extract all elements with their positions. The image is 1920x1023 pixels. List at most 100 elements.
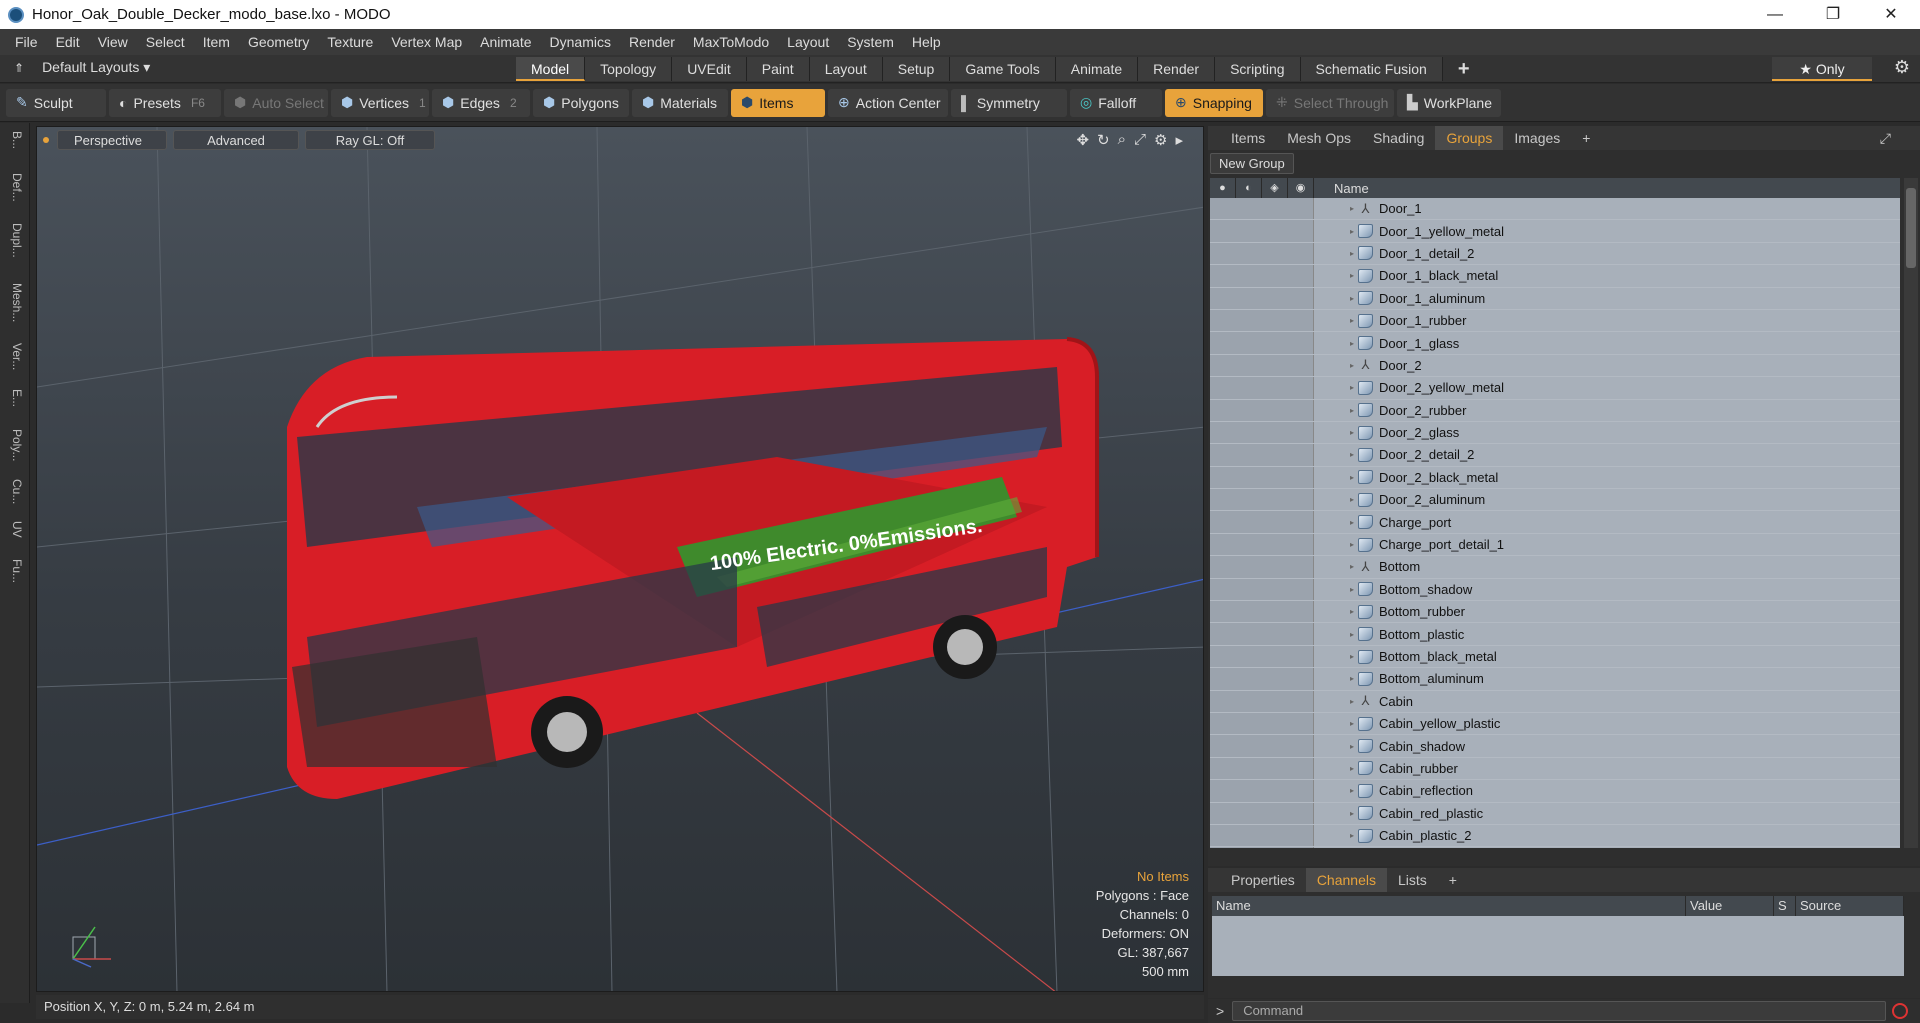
group-row[interactable]: ▸ Bottom_black_metal bbox=[1210, 646, 1900, 669]
group-row[interactable]: ▸ ⅄ Door_2 bbox=[1210, 355, 1900, 378]
tab-uvedit[interactable]: UVEdit bbox=[672, 57, 747, 81]
menu-file[interactable]: File bbox=[6, 34, 47, 50]
menu-texture[interactable]: Texture bbox=[318, 34, 382, 50]
group-row[interactable]: ▸ Bottom_plastic bbox=[1210, 623, 1900, 646]
group-row[interactable]: ▸ ⅄ Door_1 bbox=[1210, 198, 1900, 221]
strip-tab-dupl[interactable]: Dupl... bbox=[6, 223, 24, 258]
edges-button[interactable]: ⬢ Edges 2 bbox=[432, 88, 530, 117]
command-input[interactable]: Command bbox=[1232, 1001, 1887, 1021]
group-row[interactable]: ▸ Cabin_rubber bbox=[1210, 758, 1900, 781]
tab-channels[interactable]: Channels bbox=[1305, 868, 1387, 892]
group-row[interactable]: ▸ Cabin_shadow bbox=[1210, 735, 1900, 758]
expand-arrow-icon[interactable]: ▸ bbox=[1350, 652, 1354, 661]
snapping-button[interactable]: ⊕ Snapping bbox=[1165, 88, 1263, 117]
group-row[interactable]: ▸ Cabin_plastic_2 bbox=[1210, 825, 1900, 848]
group-row[interactable]: ▸ Door_1_glass bbox=[1210, 332, 1900, 355]
expand-arrow-icon[interactable]: ▸ bbox=[1350, 383, 1354, 392]
menu-edit[interactable]: Edit bbox=[47, 34, 89, 50]
zoom-icon[interactable]: ⌕ bbox=[1118, 131, 1126, 149]
menu-maxtomodo[interactable]: MaxToModo bbox=[684, 34, 778, 50]
tab-lists[interactable]: Lists bbox=[1387, 868, 1438, 892]
expand-arrow-icon[interactable]: ▸ bbox=[1350, 607, 1354, 616]
menu-dynamics[interactable]: Dynamics bbox=[541, 34, 620, 50]
channel-name-header[interactable]: Name bbox=[1212, 896, 1686, 916]
groups-scrollbar[interactable] bbox=[1904, 178, 1918, 848]
group-row[interactable]: ▸ Door_2_black_metal bbox=[1210, 467, 1900, 490]
strip-tab-uv[interactable]: UV bbox=[6, 521, 24, 538]
strip-tab-e[interactable]: E... bbox=[6, 389, 24, 407]
expand-arrow-icon[interactable]: ▸ bbox=[1350, 204, 1354, 213]
strip-tab-cu[interactable]: Cu... bbox=[6, 479, 24, 504]
group-row[interactable]: ▸ Door_2_yellow_metal bbox=[1210, 377, 1900, 400]
advanced-dropdown[interactable]: Advanced bbox=[173, 130, 299, 150]
tab-game-tools[interactable]: Game Tools bbox=[950, 57, 1056, 81]
expand-arrow-icon[interactable]: ▸ bbox=[1350, 294, 1354, 303]
raygl-toggle[interactable]: Ray GL: Off bbox=[305, 130, 435, 150]
strip-tab-poly[interactable]: Poly... bbox=[6, 429, 24, 461]
group-row[interactable]: ▸ Cabin_red_plastic bbox=[1210, 803, 1900, 825]
gear-icon[interactable]: ⚙ bbox=[1894, 57, 1910, 78]
menu-animate[interactable]: Animate bbox=[471, 34, 540, 50]
group-row[interactable]: ▸ Charge_port_detail_1 bbox=[1210, 534, 1900, 557]
expand-arrow-icon[interactable]: ▸ bbox=[1350, 271, 1354, 280]
expand-arrow-icon[interactable]: ▸ bbox=[1350, 361, 1354, 370]
close-button[interactable]: ✕ bbox=[1862, 0, 1920, 29]
collapse-arrow-icon[interactable]: ⇑ bbox=[14, 61, 24, 75]
fit-icon[interactable]: ⤢ bbox=[1134, 131, 1146, 149]
tab-animate[interactable]: Animate bbox=[1055, 57, 1139, 81]
select-column-icon[interactable]: ◉ bbox=[1288, 178, 1314, 198]
expand-arrow-icon[interactable]: ▸ bbox=[1350, 473, 1354, 482]
minimize-button[interactable]: — bbox=[1746, 0, 1804, 29]
items-button[interactable]: ⬢ Items bbox=[731, 88, 825, 117]
tab-paint[interactable]: Paint bbox=[746, 57, 810, 81]
restore-button[interactable]: ❐ bbox=[1804, 0, 1862, 29]
sculpt-button[interactable]: ✎ Sculpt bbox=[6, 88, 106, 117]
group-row[interactable]: ▸ Door_2_glass bbox=[1210, 422, 1900, 445]
viewport-indicator-icon[interactable] bbox=[43, 137, 49, 143]
group-row[interactable]: ▸ Door_1_aluminum bbox=[1210, 288, 1900, 310]
viewport-gear-icon[interactable]: ⚙ bbox=[1154, 131, 1167, 149]
group-row[interactable]: ▸ Door_1_black_metal bbox=[1210, 265, 1900, 288]
menu-view[interactable]: View bbox=[89, 34, 137, 50]
group-row[interactable]: ▸ Door_2_aluminum bbox=[1210, 489, 1900, 512]
channel-s-header[interactable]: S bbox=[1774, 896, 1796, 916]
groups-list[interactable]: ▸ ⅄ Door_1 ▸ Door_1_yellow_metal ▸ Door_1_deta… bbox=[1210, 198, 1900, 848]
menu-geometry[interactable]: Geometry bbox=[239, 34, 318, 50]
select-through-button[interactable]: ⁜ Select Through bbox=[1266, 88, 1394, 117]
strip-tab-fu[interactable]: Fu... bbox=[6, 559, 24, 583]
group-row[interactable]: ▸ Door_1_detail_2 bbox=[1210, 243, 1900, 266]
rotate-icon[interactable]: ↻ bbox=[1097, 131, 1110, 149]
menu-item[interactable]: Item bbox=[194, 34, 239, 50]
expand-arrow-icon[interactable]: ▸ bbox=[1350, 831, 1354, 840]
menu-layout[interactable]: Layout bbox=[778, 34, 838, 50]
tab-properties[interactable]: Properties bbox=[1220, 868, 1306, 892]
add-panel-tab-button[interactable]: + bbox=[1571, 126, 1601, 150]
perspective-dropdown[interactable]: Perspective bbox=[57, 130, 167, 150]
expand-arrow-icon[interactable]: ▸ bbox=[1350, 428, 1354, 437]
expand-arrow-icon[interactable]: ▸ bbox=[1350, 742, 1354, 751]
expand-arrow-icon[interactable]: ▸ bbox=[1350, 339, 1354, 348]
group-row[interactable]: ▸ Door_2_rubber bbox=[1210, 400, 1900, 422]
symmetry-button[interactable]: ▌ Symmetry bbox=[951, 88, 1067, 117]
group-row[interactable]: ▸ ⅄ Cabin bbox=[1210, 691, 1900, 713]
tab-scripting[interactable]: Scripting bbox=[1215, 57, 1301, 81]
menu-select[interactable]: Select bbox=[137, 34, 194, 50]
tab-topology[interactable]: Topology bbox=[585, 57, 673, 81]
scrollbar-thumb[interactable] bbox=[1906, 188, 1916, 268]
expand-arrow-icon[interactable]: ▸ bbox=[1350, 786, 1354, 795]
strip-tab-mesh[interactable]: Mesh... bbox=[6, 283, 24, 322]
channels-list[interactable] bbox=[1212, 916, 1904, 976]
auto-select-button[interactable]: ⬢ Auto Select bbox=[224, 88, 328, 117]
menu-help[interactable]: Help bbox=[903, 34, 950, 50]
tab-mesh-ops[interactable]: Mesh Ops bbox=[1276, 126, 1362, 150]
menu-system[interactable]: System bbox=[838, 34, 903, 50]
group-row[interactable]: ▸ Door_2_detail_2 bbox=[1210, 444, 1900, 467]
vertices-button[interactable]: ⬢ Vertices 1 bbox=[331, 88, 429, 117]
expand-arrow-icon[interactable]: ▸ bbox=[1350, 249, 1354, 258]
expand-panel-icon[interactable]: ⤢ bbox=[1869, 126, 1902, 150]
group-row[interactable]: ▸ Bottom_aluminum bbox=[1210, 668, 1900, 691]
tab-shading[interactable]: Shading bbox=[1362, 126, 1435, 150]
expand-arrow-icon[interactable]: ▸ bbox=[1350, 316, 1354, 325]
strip-tab-ver[interactable]: Ver... bbox=[6, 343, 24, 370]
presets-button[interactable]: ◐ Presets F6 bbox=[109, 88, 221, 117]
